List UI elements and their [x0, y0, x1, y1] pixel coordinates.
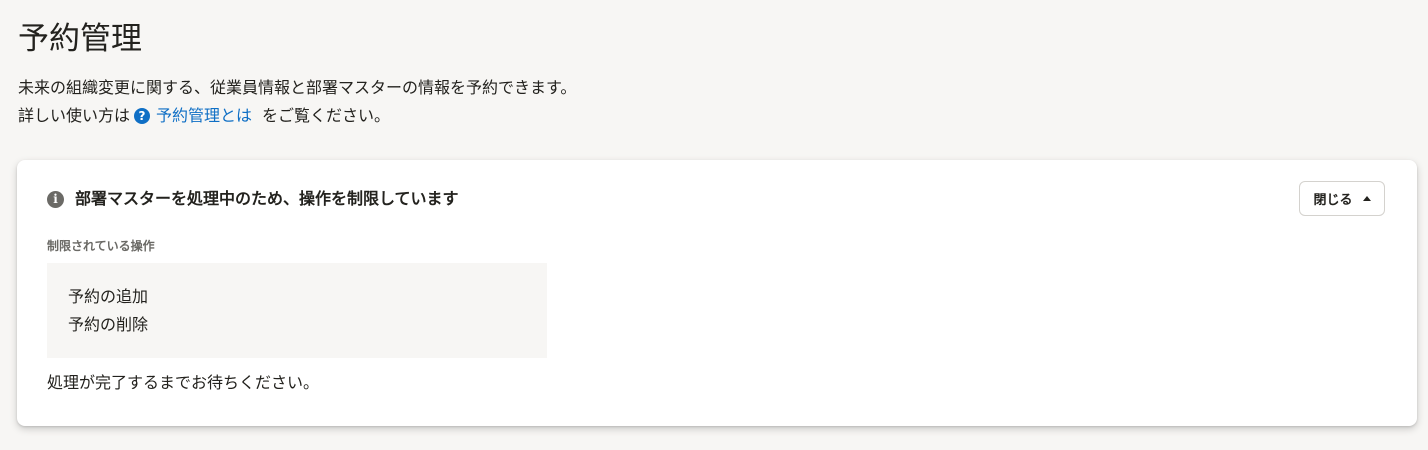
description-suffix: をご覧ください。: [262, 106, 391, 125]
close-button-label: 閉じる: [1313, 192, 1353, 207]
close-button[interactable]: 閉じる: [1299, 181, 1385, 216]
caret-up-icon: [1362, 196, 1371, 201]
description-line-2: 詳しい使い方は? 予約管理とは をご覧ください。: [18, 102, 576, 130]
restricted-operations-list: 予約の追加 予約の削除: [47, 263, 547, 358]
info-circle-icon: i: [47, 191, 64, 208]
description-line-1: 未来の組織変更に関する、従業員情報と部署マスターの情報を予約できます。: [18, 78, 577, 97]
help-link[interactable]: 予約管理とは: [156, 106, 252, 125]
restricted-operations-label: 制限されている操作: [47, 239, 155, 253]
description-prefix: 詳しい使い方は: [18, 106, 131, 125]
notice-title: 部署マスターを処理中のため、操作を制限しています: [75, 189, 459, 208]
page-description: 未来の組織変更に関する、従業員情報と部署マスターの情報を予約できます。 詳しい使…: [18, 74, 576, 130]
notice-footer-message: 処理が完了するまでお待ちください。: [47, 373, 320, 392]
restriction-notice-card: i 部署マスターを処理中のため、操作を制限しています 閉じる 制限されている操作…: [17, 160, 1417, 426]
list-item: 予約の追加: [68, 287, 149, 306]
question-circle-icon: ?: [134, 108, 151, 124]
page-title: 予約管理: [18, 21, 142, 57]
list-item: 予約の削除: [68, 315, 149, 334]
